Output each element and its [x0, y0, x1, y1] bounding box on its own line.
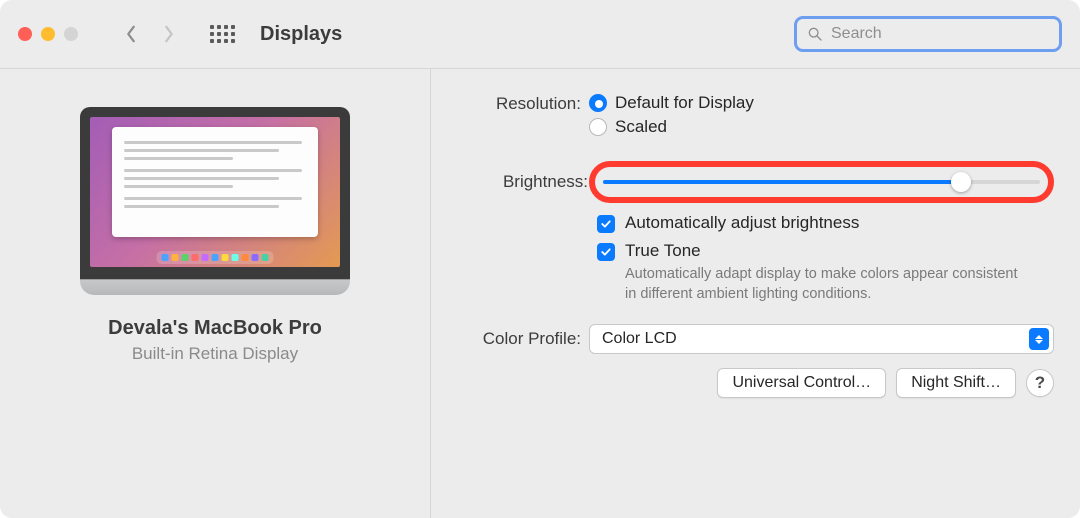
check-icon — [600, 246, 612, 258]
true-tone-label: True Tone — [625, 241, 701, 261]
search-input[interactable] — [831, 25, 1049, 43]
resolution-default-label: Default for Display — [615, 93, 754, 113]
color-profile-label: Color Profile: — [443, 329, 589, 349]
minimize-window-button[interactable] — [41, 27, 55, 41]
resolution-default-option[interactable]: Default for Display — [589, 93, 1054, 113]
zoom-window-button[interactable] — [64, 27, 78, 41]
brightness-label: Brightness: — [443, 172, 589, 192]
preferences-body: Devala's MacBook Pro Built-in Retina Dis… — [0, 68, 1080, 518]
auto-brightness-checkbox[interactable] — [597, 215, 615, 233]
resolution-label: Resolution: — [443, 93, 589, 141]
display-preview-pane: Devala's MacBook Pro Built-in Retina Dis… — [0, 68, 430, 518]
nav-arrows — [118, 21, 182, 47]
check-icon — [600, 218, 612, 230]
window-traffic-lights — [18, 27, 78, 41]
search-icon — [807, 26, 823, 42]
night-shift-button[interactable]: Night Shift… — [896, 368, 1016, 398]
search-field-wrap[interactable] — [794, 16, 1062, 52]
true-tone-checkbox[interactable] — [597, 243, 615, 261]
resolution-scaled-label: Scaled — [615, 117, 667, 137]
select-stepper-icon — [1029, 328, 1049, 350]
back-button[interactable] — [118, 21, 144, 47]
chevron-right-icon — [162, 25, 176, 43]
displays-preferences-window: Displays — [0, 0, 1080, 518]
window-toolbar: Displays — [0, 0, 1080, 68]
brightness-slider-thumb[interactable] — [951, 172, 971, 192]
device-name: Devala's MacBook Pro — [108, 317, 322, 340]
panel-title: Displays — [260, 23, 342, 46]
resolution-row: Resolution: Default for Display Scaled — [443, 93, 1054, 141]
radio-scaled[interactable] — [589, 118, 607, 136]
preview-document-window — [112, 127, 318, 237]
close-window-button[interactable] — [18, 27, 32, 41]
laptop-preview — [80, 107, 350, 295]
bottom-button-row: Universal Control… Night Shift… ? — [443, 368, 1054, 398]
color-profile-value: Color LCD — [602, 330, 677, 348]
device-subtitle: Built-in Retina Display — [132, 344, 298, 364]
resolution-scaled-option[interactable]: Scaled — [589, 117, 1054, 137]
auto-brightness-option[interactable]: Automatically adjust brightness — [597, 213, 1054, 233]
radio-default-for-display[interactable] — [589, 94, 607, 112]
color-profile-row: Color Profile: Color LCD — [443, 324, 1054, 354]
preview-dock — [157, 251, 274, 264]
universal-control-button[interactable]: Universal Control… — [717, 368, 886, 398]
auto-brightness-label: Automatically adjust brightness — [625, 213, 859, 233]
true-tone-description: Automatically adapt display to make colo… — [625, 265, 1025, 304]
display-settings-pane: Resolution: Default for Display Scaled B… — [430, 68, 1080, 518]
chevron-left-icon — [124, 25, 138, 43]
brightness-slider[interactable] — [603, 180, 1040, 184]
brightness-row: Brightness: — [443, 161, 1054, 203]
true-tone-option[interactable]: True Tone — [597, 241, 1054, 261]
help-button[interactable]: ? — [1026, 369, 1054, 397]
forward-button[interactable] — [156, 21, 182, 47]
show-all-prefs-button[interactable] — [210, 22, 234, 46]
color-profile-select[interactable]: Color LCD — [589, 324, 1054, 354]
brightness-slider-highlight — [589, 161, 1054, 203]
